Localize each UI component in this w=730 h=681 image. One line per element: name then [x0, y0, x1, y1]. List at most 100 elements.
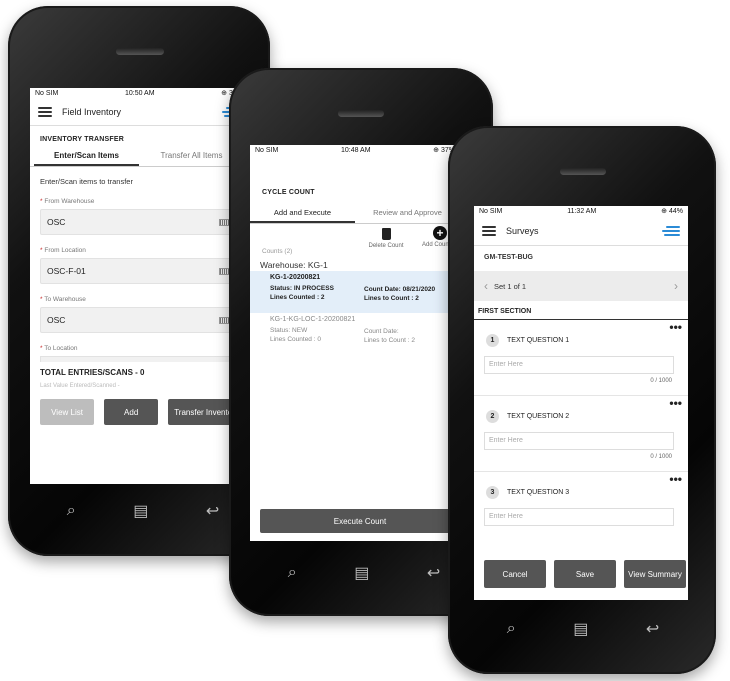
total-entries: TOTAL ENTRIES/SCANS - 0 [40, 368, 145, 377]
to-location-label: * To Location [40, 345, 78, 352]
search-key-icon[interactable]: ⌕ [507, 620, 516, 638]
earpiece [560, 168, 606, 175]
transfer-inventory-button[interactable]: Transfer Inventory [168, 399, 238, 425]
question-number-badge: 2 [486, 410, 499, 423]
question-card: ••• 1 TEXT QUESTION 1 Enter Here 0 / 100… [474, 320, 688, 396]
tab-enter-scan-items[interactable]: Enter/Scan Items [34, 147, 139, 166]
view-summary-button[interactable]: View Summary [624, 560, 686, 588]
more-options-icon[interactable]: ••• [669, 320, 682, 334]
plus-circle-icon: + [433, 226, 447, 240]
set-label: Set 1 of 1 [494, 281, 527, 291]
battery-icon: ⊕ [221, 90, 229, 97]
menu-icon[interactable] [482, 225, 496, 236]
question-answer-input[interactable]: Enter Here [484, 432, 674, 450]
app-title: Surveys [506, 225, 539, 236]
instruction-text: Enter/Scan items to transfer [40, 177, 133, 186]
char-counter: 0 / 1000 [650, 378, 672, 384]
trash-icon [381, 228, 391, 240]
from-location-label: * From Location [40, 247, 86, 254]
lines-to-count: Lines to Count : 2 [364, 337, 415, 344]
tab-bar: Add and Execute Review and Approve [250, 204, 460, 224]
section-header: INVENTORY TRANSFER [30, 126, 248, 143]
chevron-right-icon[interactable]: › [674, 279, 678, 293]
app-title: Field Inventory [62, 106, 122, 117]
counts-toolbar: Counts (2) Delete Count + Add Count [250, 224, 460, 258]
count-id: KG-1-KG-LOC-1-20200821 [270, 316, 356, 323]
section-header: CYCLE COUNT [250, 155, 460, 196]
question-number-badge: 3 [486, 486, 499, 499]
count-row[interactable]: KG-1-KG-LOC-1-20200821 Status: NEW Lines… [250, 313, 460, 347]
back-key-icon[interactable]: ↩ [427, 563, 440, 583]
question-card: ••• 2 TEXT QUESTION 2 Enter Here 0 / 100… [474, 396, 688, 472]
status-bar: No SIM 11:32 AM ⊕ 44% [474, 206, 688, 216]
screen-surveys: No SIM 11:32 AM ⊕ 44% Surveys GM-TEST-BU… [474, 206, 688, 600]
menu-key-icon[interactable]: ▤ [573, 619, 588, 639]
time-label: 10:48 AM [340, 146, 371, 154]
add-button[interactable]: Add [104, 399, 159, 425]
delete-count-action[interactable]: Delete Count [362, 228, 410, 249]
question-answer-input[interactable]: Enter Here [484, 356, 674, 374]
last-value-text: Last Value Entered/Scanned - [40, 383, 120, 389]
carrier-label: No SIM [255, 146, 279, 154]
tab-review-and-approve[interactable]: Review and Approve [355, 204, 460, 223]
warehouse-header: Warehouse: KG-1 [260, 260, 328, 270]
section-title: CYCLE COUNT [262, 189, 315, 196]
time-label: 11:32 AM [567, 207, 597, 215]
soft-keys: ⌕ ▤ ↩ [478, 614, 688, 644]
earpiece [116, 48, 164, 55]
search-key-icon[interactable]: ⌕ [67, 502, 76, 520]
back-key-icon[interactable]: ↩ [206, 501, 219, 521]
search-key-icon[interactable]: ⌕ [288, 564, 297, 582]
survey-action-buttons: Cancel Save View Summary [484, 560, 686, 588]
phone-surveys: No SIM 11:32 AM ⊕ 44% Surveys GM-TEST-BU… [448, 126, 716, 674]
status-bar: No SIM 10:50 AM ⊕ 30% [30, 88, 248, 98]
action-buttons: View List Add Transfer Inventory [40, 399, 238, 425]
tab-bar: Enter/Scan Items Transfer All Items [30, 147, 248, 167]
carrier-label: No SIM [35, 89, 59, 97]
back-key-icon[interactable]: ↩ [646, 619, 659, 639]
time-label: 10:50 AM [124, 89, 155, 97]
app-bar: Field Inventory [30, 98, 248, 126]
count-date: Count Date: 08/21/2020 [364, 286, 436, 293]
survey-name: GM-TEST-BUG [484, 254, 533, 261]
menu-icon[interactable] [38, 106, 52, 117]
counts-label: Counts (2) [262, 248, 293, 255]
screen-cycle-count: No SIM 10:48 AM ⊕ 37% CYCLE COUNT Add an… [250, 145, 460, 541]
set-navigator: ‹ Set 1 of 1 › [474, 271, 688, 301]
section-title: INVENTORY TRANSFER [40, 136, 124, 143]
question-label: TEXT QUESTION 2 [507, 413, 570, 420]
chevron-left-icon[interactable]: ‹ [484, 279, 488, 293]
menu-key-icon[interactable]: ▤ [133, 501, 148, 521]
battery-percent: 44% [668, 208, 683, 215]
question-answer-input[interactable]: Enter Here [484, 508, 674, 526]
soft-keys: ⌕ ▤ ↩ [38, 496, 248, 526]
count-row-selected[interactable]: KG-1-20200821 Status: IN PROCESS Lines C… [250, 271, 460, 313]
from-warehouse-label: * From Warehouse [40, 198, 95, 205]
view-list-button[interactable]: View List [40, 399, 95, 425]
from-warehouse-field[interactable]: OSC [40, 209, 238, 235]
count-id: KG-1-20200821 [270, 274, 321, 281]
battery-label: ⊕ 44% [661, 207, 683, 215]
from-location-field[interactable]: OSC-F-01 [40, 258, 238, 284]
more-options-icon[interactable]: ••• [669, 396, 682, 410]
soft-keys: ⌕ ▤ ↩ [259, 558, 469, 588]
cancel-button[interactable]: Cancel [484, 560, 546, 588]
to-location-field[interactable] [40, 356, 238, 362]
status-bar: No SIM 10:48 AM ⊕ 37% [250, 145, 460, 155]
battery-icon: ⊕ [433, 147, 441, 154]
section-label: FIRST SECTION [474, 301, 688, 320]
to-warehouse-field[interactable]: OSC [40, 307, 238, 333]
execute-count-button[interactable]: Execute Count [260, 509, 460, 533]
tab-add-and-execute[interactable]: Add and Execute [250, 204, 355, 223]
app-logo-icon [662, 225, 680, 236]
question-number-badge: 1 [486, 334, 499, 347]
lines-to-count: Lines to Count : 2 [364, 295, 419, 302]
earpiece [338, 110, 384, 117]
more-options-icon[interactable]: ••• [669, 472, 682, 486]
carrier-label: No SIM [479, 207, 503, 215]
menu-key-icon[interactable]: ▤ [354, 563, 369, 583]
question-card: ••• 3 TEXT QUESTION 3 Enter Here [474, 472, 688, 544]
count-date: Count Date: [364, 328, 399, 335]
save-button[interactable]: Save [554, 560, 616, 588]
char-counter: 0 / 1000 [650, 454, 672, 460]
